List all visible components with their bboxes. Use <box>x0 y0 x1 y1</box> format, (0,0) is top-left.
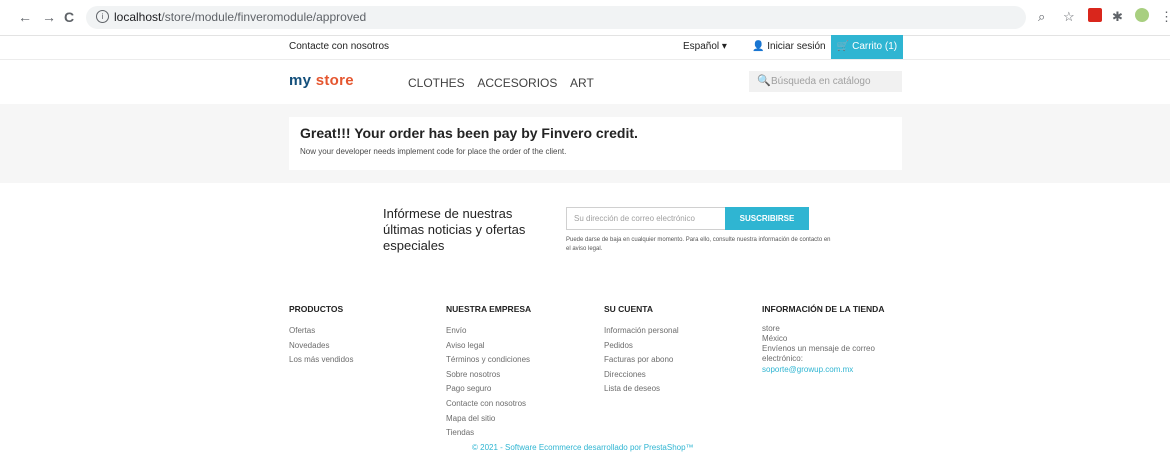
footer-link[interactable]: Envío <box>446 324 531 339</box>
menu-item-clothes[interactable]: CLOTHES <box>408 76 465 90</box>
store-email-link[interactable]: soporte@growup.com.mx <box>762 364 912 376</box>
store-country: México <box>762 334 788 343</box>
store-topbar: Contacte con nosotros Español ▾ 👤 Inicia… <box>0 35 1170 60</box>
menu-item-accesorios[interactable]: ACCESORIOS <box>477 76 557 90</box>
back-icon[interactable]: ← <box>18 9 32 25</box>
footer-link[interactable]: Pago seguro <box>446 382 531 397</box>
menu-dots-icon[interactable]: ⋮ <box>1160 9 1170 25</box>
extensions-icon[interactable]: ✱ <box>1112 9 1123 25</box>
reload-icon[interactable]: C <box>64 9 74 25</box>
main-content: Great!!! Your order has been pay by Finv… <box>0 104 1170 183</box>
footer-link[interactable]: Lista de deseos <box>604 382 679 397</box>
info-icon[interactable]: i <box>96 10 109 23</box>
footer-link[interactable]: Direcciones <box>604 368 679 383</box>
contact-link[interactable]: Contacte con nosotros <box>289 41 389 52</box>
url-text[interactable]: localhost/store/module/finveromodule/app… <box>114 10 366 24</box>
footer-link[interactable]: Ofertas <box>289 324 353 339</box>
footer-cuenta: SU CUENTA Información personal Pedidos F… <box>604 304 679 397</box>
search-icon[interactable]: 🔍 <box>757 74 771 87</box>
star-icon[interactable]: ☆ <box>1063 9 1075 25</box>
footer-link[interactable]: Facturas por abono <box>604 353 679 368</box>
footer-link[interactable]: Contacte con nosotros <box>446 397 531 412</box>
cart-icon: 🛒 <box>836 41 853 52</box>
confirmation-heading: Great!!! Your order has been pay by Finv… <box>300 125 638 141</box>
cart-button[interactable]: 🛒 Carrito (1) <box>831 35 903 59</box>
store-email-label: Envíenos un mensaje de correo electrónic… <box>762 344 875 363</box>
footer-link[interactable]: Información personal <box>604 324 679 339</box>
footer-link[interactable]: Sobre nosotros <box>446 368 531 383</box>
footer-link[interactable]: Pedidos <box>604 339 679 354</box>
newsletter-note: Puede darse de baja en cualquier momento… <box>566 237 831 252</box>
footer-link[interactable]: Mapa del sitio <box>446 412 531 427</box>
browser-toolbar: ← → C i localhost/store/module/finveromo… <box>0 0 1170 36</box>
profile-avatar[interactable] <box>1135 8 1149 22</box>
store-name: store <box>762 324 780 333</box>
forward-icon[interactable]: → <box>42 9 56 25</box>
subscribe-button[interactable]: SUSCRIBIRSE <box>725 207 809 230</box>
store-header: my store CLOTHES ACCESORIOS ART 🔍 Búsque… <box>0 60 1170 105</box>
footer-link[interactable]: Los más vendidos <box>289 353 353 368</box>
footer-link[interactable]: Términos y condiciones <box>446 353 531 368</box>
footer-tienda: INFORMACIÓN DE LA TIENDA store México En… <box>762 304 912 376</box>
search-input[interactable]: 🔍 Búsqueda en catálogo <box>749 71 902 92</box>
copyright-link[interactable]: © 2021 - Software Ecommerce desarrollado… <box>472 443 694 452</box>
login-link[interactable]: 👤 Iniciar sesión <box>752 41 826 52</box>
main-menu: CLOTHES ACCESORIOS ART <box>408 76 604 90</box>
zoom-icon[interactable]: ⌕ <box>1038 9 1045 25</box>
footer-link[interactable]: Novedades <box>289 339 353 354</box>
menu-item-art[interactable]: ART <box>570 76 594 90</box>
footer-link[interactable]: Tiendas <box>446 426 531 441</box>
confirmation-card: Great!!! Your order has been pay by Finv… <box>289 117 902 170</box>
language-selector[interactable]: Español ▾ <box>683 41 727 52</box>
footer-link[interactable]: Aviso legal <box>446 339 531 354</box>
confirmation-subtext: Now your developer needs implement code … <box>300 147 567 156</box>
pdf-extension-icon[interactable] <box>1088 8 1102 22</box>
newsletter-email-input[interactable]: Su dirección de correo electrónico <box>566 207 726 230</box>
footer-productos: PRODUCTOS Ofertas Novedades Los más vend… <box>289 304 353 368</box>
newsletter-text: Infórmese de nuestras últimas noticias y… <box>383 206 526 253</box>
store-logo[interactable]: my store <box>289 72 354 89</box>
user-icon: 👤 <box>752 41 768 52</box>
footer-empresa: NUESTRA EMPRESA Envío Aviso legal Términ… <box>446 304 531 441</box>
